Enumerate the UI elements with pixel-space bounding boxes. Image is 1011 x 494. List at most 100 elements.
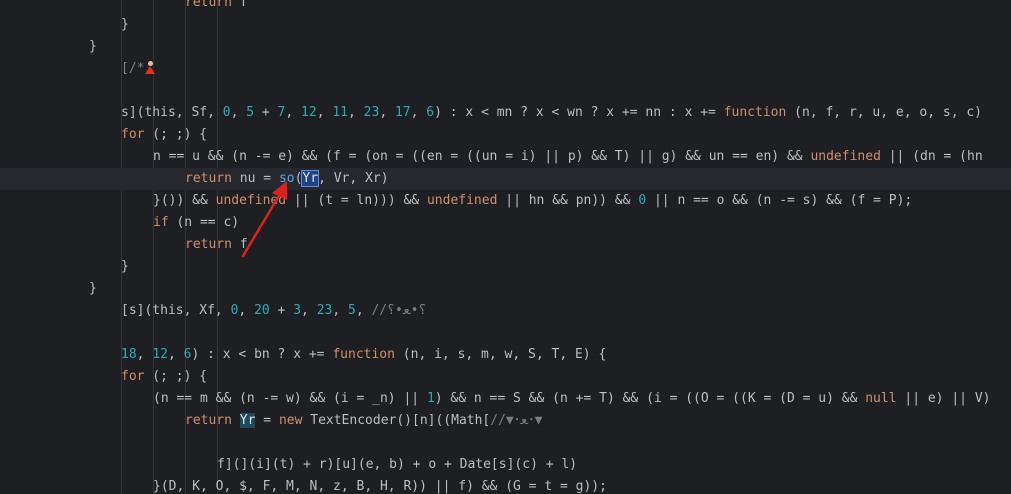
code-line-text: s](this, Sf, 0, 5 + 7, 12, 11, 23, 17, 6… bbox=[121, 102, 982, 124]
code-token: (n, i, s, m, w, S, T, E) { bbox=[394, 347, 607, 362]
code-token: (n, f, r, u, e, o, s, c) bbox=[786, 105, 982, 120]
code-token: so bbox=[278, 171, 295, 186]
code-line[interactable]: }()) && undefined || (t = ln))) && undef… bbox=[0, 190, 1011, 212]
code-token: + bbox=[269, 303, 294, 318]
code-line[interactable]: } bbox=[0, 36, 1011, 58]
code-line-text: n == u && (n -= e) && (f = (on = ((en = … bbox=[153, 146, 983, 168]
code-line[interactable]: s](this, Sf, 0, 5 + 7, 12, 11, 23, 17, 6… bbox=[0, 102, 1011, 124]
code-line-text: } bbox=[89, 36, 97, 58]
code-token: ) && n == S && (n += T) && (i = ((O = ((… bbox=[434, 391, 866, 406]
code-token: , Vr, Xr) bbox=[318, 171, 389, 186]
code-line-text: return nu = so(Yr, Vr, Xr) bbox=[185, 168, 389, 190]
code-token: , bbox=[285, 105, 302, 120]
code-line[interactable]: 18, 12, 6) : x < bn ? x += function (n, … bbox=[0, 344, 1011, 366]
code-token: //▼･ﻌ･▼ bbox=[490, 413, 543, 428]
code-token: = bbox=[255, 413, 279, 428]
code-line[interactable]: n == u && (n -= e) && (f = (on = ((en = … bbox=[0, 146, 1011, 168]
code-line[interactable]: } bbox=[0, 14, 1011, 36]
code-token: 5 bbox=[348, 303, 356, 318]
code-token: , bbox=[230, 105, 247, 120]
code-editor[interactable]: return f}} [/* s](this, Sf, 0, 5 + 7, 12, … bbox=[0, 0, 1011, 494]
code-line-text: } bbox=[121, 14, 129, 36]
code-token: 1 bbox=[426, 391, 435, 406]
code-line[interactable] bbox=[0, 80, 1011, 102]
code-token: } bbox=[89, 39, 97, 54]
code-line[interactable]: }(D, K, O, $, F, M, N, z, B, H, R)) || f… bbox=[0, 476, 1011, 494]
code-token: 3 bbox=[293, 303, 302, 318]
code-token: || n == o && (n -= s) && (f = P); bbox=[646, 193, 913, 208]
code-token: , bbox=[379, 105, 395, 120]
code-token: n == u && (n -= e) && (f = (on = ((en = … bbox=[153, 149, 811, 164]
code-line[interactable] bbox=[0, 432, 1011, 454]
code-token: (n == c) bbox=[168, 215, 240, 230]
code-token: [/* bbox=[121, 61, 145, 76]
code-line[interactable]: return nu = so(Yr, Vr, Xr) bbox=[0, 168, 1011, 190]
code-token: || e) || V) bbox=[896, 391, 991, 406]
code-token: 0 bbox=[638, 193, 647, 208]
code-line[interactable]: f](](i](t) + r)[u](e, b) + o + Date[s](c… bbox=[0, 454, 1011, 476]
code-token: f bbox=[231, 0, 248, 10]
code-token: if bbox=[153, 215, 169, 230]
code-line[interactable]: (n == m && (n -= w) && (i = _n) || 1) &&… bbox=[0, 388, 1011, 410]
code-token: s](this, Sf, bbox=[121, 105, 223, 120]
code-token: null bbox=[865, 391, 897, 406]
code-token: || (dn = (hn bbox=[880, 149, 983, 164]
code-line-text: } bbox=[121, 256, 129, 278]
code-token: nu = bbox=[231, 171, 279, 186]
code-token: function bbox=[723, 105, 787, 120]
code-token: + bbox=[254, 105, 278, 120]
code-token: 20 bbox=[254, 303, 270, 318]
code-token: return bbox=[185, 237, 232, 252]
code-line-text: [s](this, Xf, 0, 20 + 3, 23, 5, //؟•ﻌ•؟ bbox=[121, 300, 426, 322]
code-token: 12 bbox=[152, 347, 168, 362]
code-line-text: for (; ;) { bbox=[121, 366, 207, 388]
code-line[interactable]: } bbox=[0, 256, 1011, 278]
code-token: (; ;) { bbox=[144, 127, 208, 142]
person-icon bbox=[144, 60, 156, 74]
code-line[interactable]: if (n == c) bbox=[0, 212, 1011, 234]
code-token: ) : x < mn ? x < wn ? x += nn : x += bbox=[434, 105, 724, 120]
code-token: 12 bbox=[301, 105, 317, 120]
code-token: , bbox=[238, 303, 255, 318]
code-line-text: return Yr = new TextEncoder()[n]((Math[/… bbox=[185, 410, 542, 432]
code-line-text: f](](i](t) + r)[u](e, b) + o + Date[s](c… bbox=[217, 454, 577, 476]
code-token: //؟•ﻌ•؟ bbox=[371, 303, 427, 318]
code-line[interactable]: for (; ;) { bbox=[0, 366, 1011, 388]
code-token: , bbox=[316, 105, 333, 120]
code-token: ) : x < bn ? x += bbox=[191, 347, 333, 362]
highlighted-identifier: Yr bbox=[301, 170, 320, 187]
code-line-text: }(D, K, O, $, F, M, N, z, B, H, R)) || f… bbox=[153, 476, 607, 494]
highlighted-identifier: Yr bbox=[239, 413, 256, 428]
code-line-text: (n == m && (n -= w) && (i = _n) || 1) &&… bbox=[153, 388, 990, 410]
code-token: , bbox=[332, 303, 348, 318]
code-token: , bbox=[167, 347, 184, 362]
code-line[interactable]: [s](this, Xf, 0, 20 + 3, 23, 5, //؟•ﻌ•؟ bbox=[0, 300, 1011, 322]
code-token: 23 bbox=[316, 303, 333, 318]
code-line[interactable]: for (; ;) { bbox=[0, 124, 1011, 146]
code-line[interactable]: } bbox=[0, 278, 1011, 300]
code-line-text: [/* bbox=[121, 58, 156, 80]
code-line-text: }()) && undefined || (t = ln))) && undef… bbox=[153, 190, 912, 212]
code-token: for bbox=[121, 127, 145, 142]
code-token: } bbox=[121, 259, 129, 274]
code-token: || (t = ln))) && bbox=[286, 193, 427, 208]
code-token: for bbox=[121, 369, 145, 384]
code-line[interactable] bbox=[0, 322, 1011, 344]
code-token: function bbox=[332, 347, 395, 362]
code-token: f bbox=[231, 237, 248, 252]
code-line[interactable]: return f bbox=[0, 0, 1011, 14]
code-token: (; ;) { bbox=[144, 369, 208, 384]
code-token: 5 bbox=[246, 105, 255, 120]
code-token: }(D, K, O, $, F, M, N, z, B, H, R)) || f… bbox=[153, 479, 607, 494]
code-token: , bbox=[301, 303, 317, 318]
code-line[interactable]: [/* bbox=[0, 58, 1011, 80]
code-token: , bbox=[355, 303, 372, 318]
code-line[interactable]: return Yr = new TextEncoder()[n]((Math[/… bbox=[0, 410, 1011, 432]
code-token: new bbox=[278, 413, 303, 428]
code-line[interactable]: return f bbox=[0, 234, 1011, 256]
code-token: 11 bbox=[332, 105, 348, 120]
code-token: return bbox=[185, 171, 232, 186]
code-token: [s](this, Xf, bbox=[121, 303, 231, 318]
code-token: , bbox=[136, 347, 153, 362]
